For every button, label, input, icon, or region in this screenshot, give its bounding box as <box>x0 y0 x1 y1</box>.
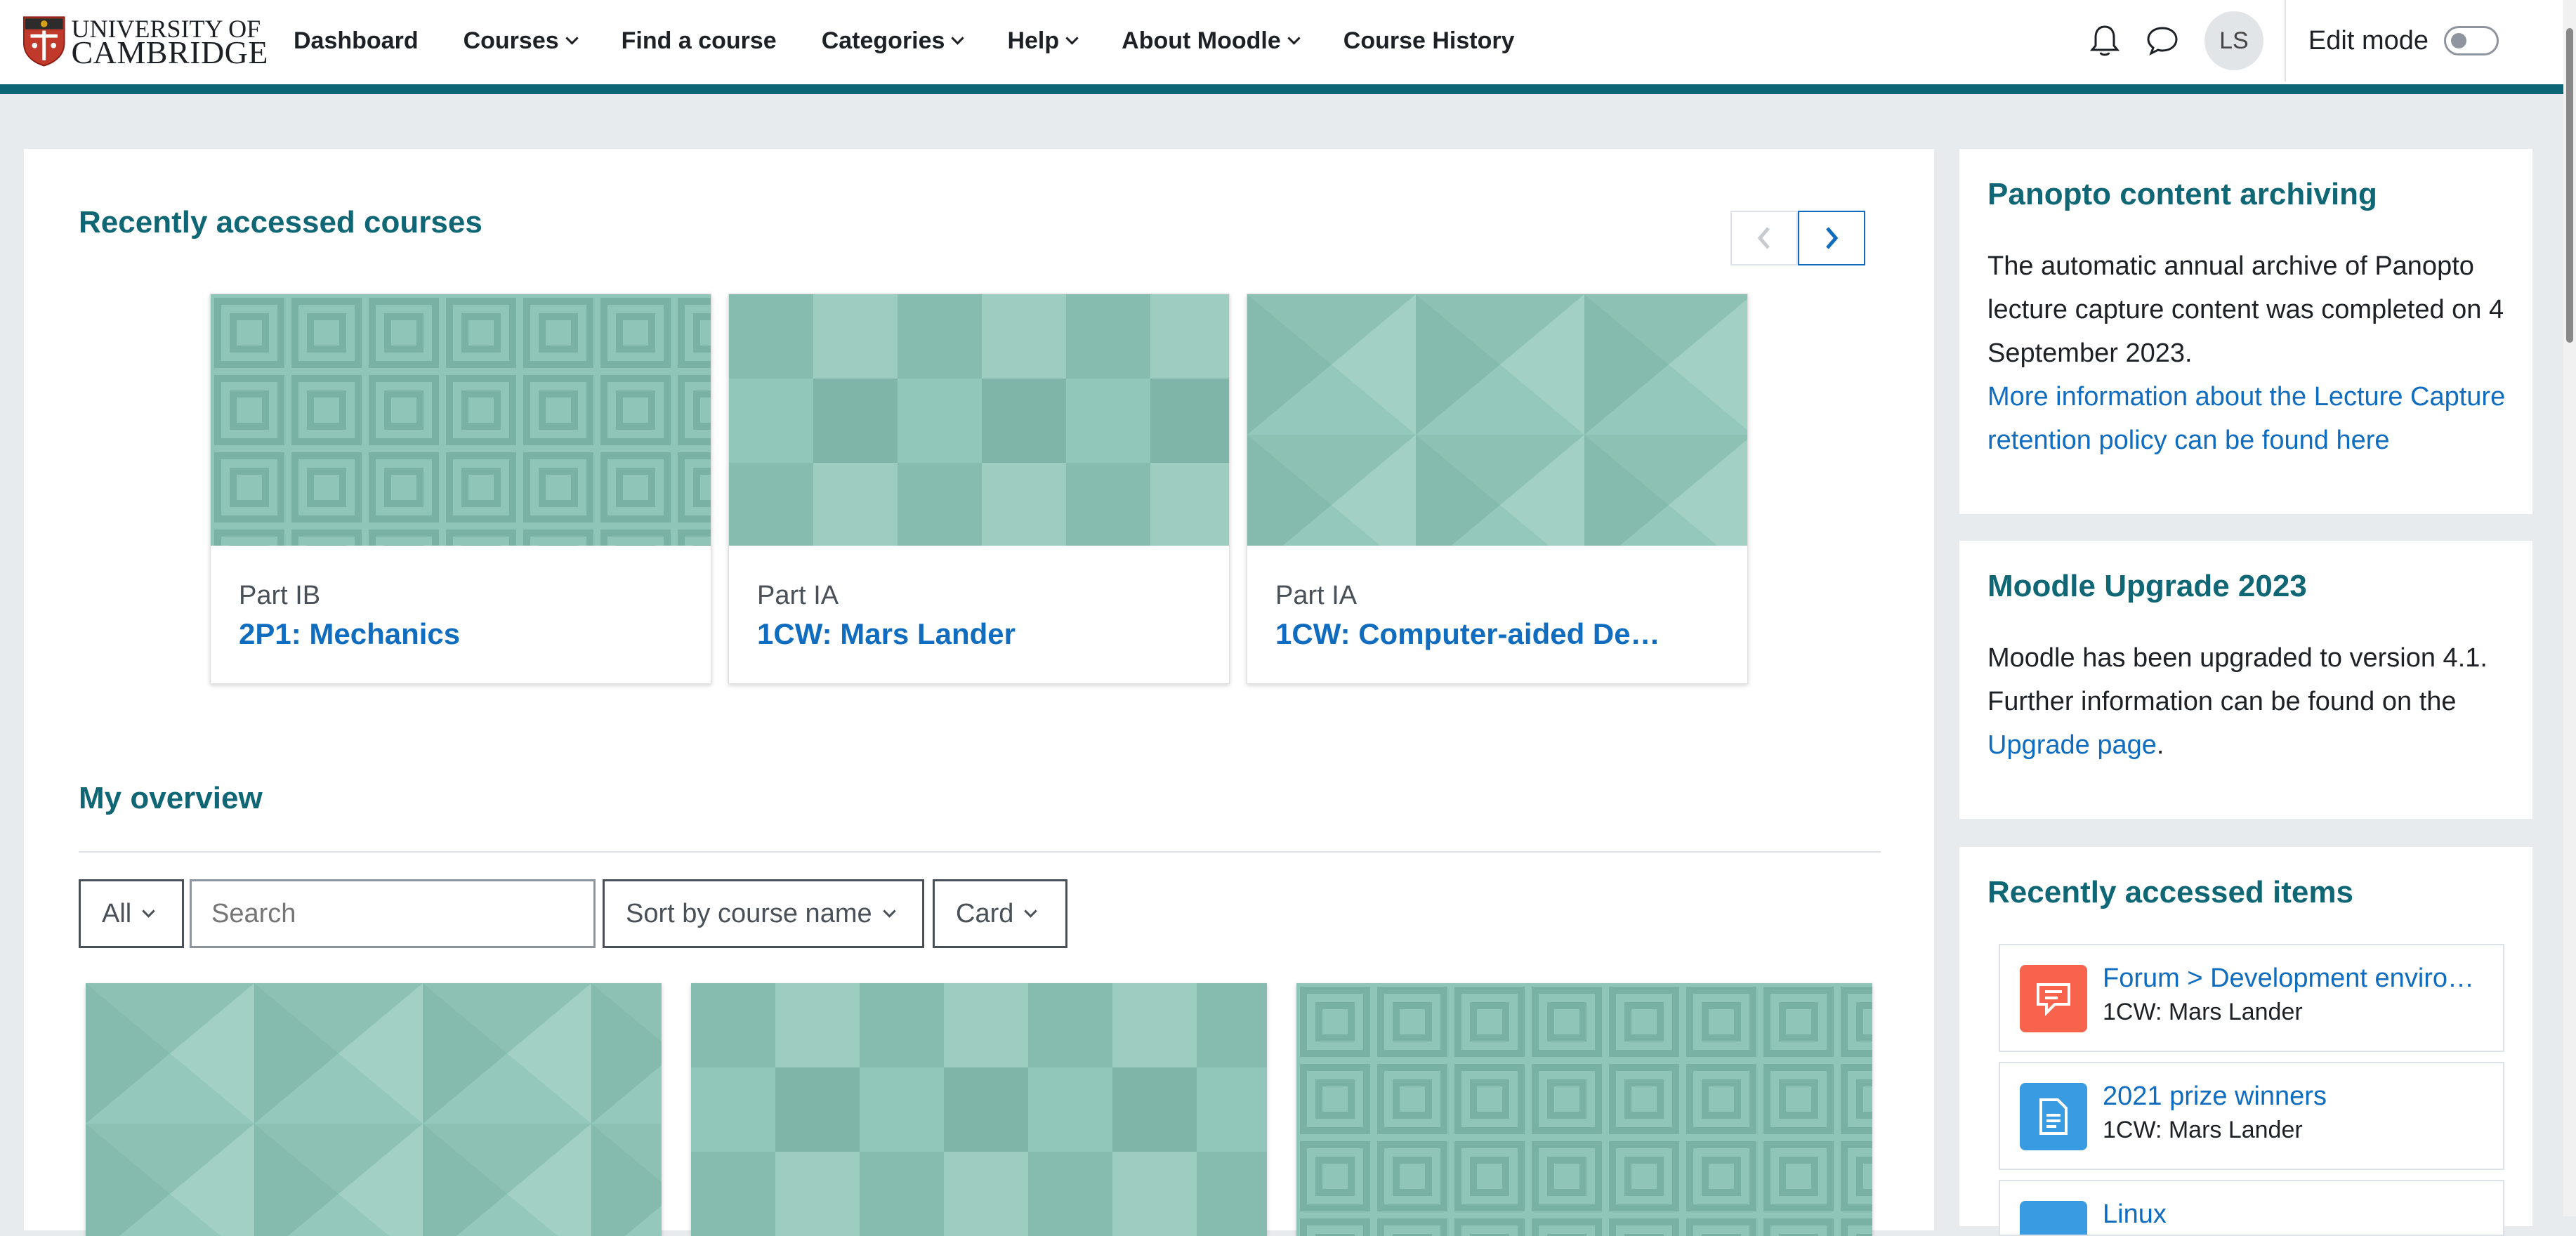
edit-mode-toggle[interactable] <box>2444 26 2499 55</box>
recent-courses-pager <box>1730 211 1865 265</box>
edit-mode-label: Edit mode <box>2308 25 2429 55</box>
nav-help[interactable]: Help <box>985 27 1099 55</box>
recent-item-course: 1CW: Mars Lander <box>2103 999 2303 1025</box>
retention-policy-link[interactable]: More information about the Lecture Captu… <box>1987 382 2505 455</box>
nav-label: Find a course <box>621 27 777 54</box>
chevron-right-icon <box>1826 227 1839 249</box>
page-scrollbar[interactable] <box>2563 0 2576 1216</box>
nav-label: About Moodle <box>1122 27 1281 54</box>
forum-icon <box>2020 965 2087 1032</box>
recent-item[interactable]: 2021 prize winners 1CW: Mars Lander <box>1999 1062 2504 1170</box>
recent-item-title[interactable]: Linux <box>2103 1199 2489 1230</box>
search-input[interactable] <box>190 879 596 948</box>
overview-course-card[interactable] <box>1296 983 1872 1236</box>
recent-items-block: Recently accessed items Forum > Developm… <box>1959 847 2532 1236</box>
cambridge-crest-icon <box>22 16 65 67</box>
nav-categories[interactable]: Categories <box>799 27 985 55</box>
course-card[interactable]: Part IB 2P1: Mechanics <box>210 294 711 684</box>
section-divider <box>79 851 1881 853</box>
course-name-link[interactable]: 1CW: Computer-aided De… <box>1275 617 1660 651</box>
previous-button[interactable] <box>1730 211 1798 265</box>
nav-about-moodle[interactable]: About Moodle <box>1099 27 1321 55</box>
course-category: Part IA <box>1275 581 1358 610</box>
course-image[interactable] <box>211 294 711 546</box>
course-card[interactable]: Part IA 1CW: Computer-aided De… <box>1247 294 1748 684</box>
course-card[interactable]: Part IA 1CW: Mars Lander <box>728 294 1230 684</box>
nav-label: Dashboard <box>294 27 419 54</box>
file-icon <box>2020 1083 2087 1150</box>
chevron-down-icon <box>951 31 965 45</box>
course-name-link[interactable]: 2P1: Mechanics <box>239 617 460 651</box>
upgrade-text: Moodle has been upgraded to version 4.1.… <box>1987 643 2488 716</box>
moodle-upgrade-block: Moodle Upgrade 2023 Moodle has been upgr… <box>1959 541 2532 819</box>
chevron-down-icon <box>882 904 896 918</box>
chevron-down-icon <box>142 904 155 918</box>
nav-find-a-course[interactable]: Find a course <box>599 27 799 55</box>
chevron-left-icon <box>1757 227 1770 249</box>
block-title: Moodle Upgrade 2023 <box>1987 569 2307 603</box>
user-avatar[interactable]: LS <box>2204 11 2263 70</box>
chevron-down-icon <box>1065 31 1079 45</box>
block-title: Panopto content archiving <box>1987 177 2377 211</box>
chevron-down-icon <box>1287 31 1301 45</box>
recent-item-title[interactable]: 2021 prize winners <box>2103 1082 2489 1112</box>
upgrade-suffix: . <box>2156 730 2164 760</box>
grouping-dropdown[interactable]: All <box>79 879 184 948</box>
recent-item[interactable]: Forum > Development enviro… 1CW: Mars La… <box>1999 944 2504 1052</box>
block-text: The automatic annual archive of Panopto … <box>1987 244 2518 462</box>
sort-dropdown[interactable]: Sort by course name <box>603 879 924 948</box>
course-category: Part IA <box>757 581 839 610</box>
panopto-block: Panopto content archiving The automatic … <box>1959 149 2532 514</box>
next-button[interactable] <box>1798 211 1865 265</box>
messages-button[interactable] <box>2141 20 2183 62</box>
university-logo[interactable]: UNIVERSITY OF CAMBRIDGE <box>22 14 268 70</box>
overview-course-card[interactable] <box>86 983 662 1236</box>
recent-item-course: 1CW: Mars Lander <box>2103 1117 2303 1143</box>
logo-line-2: CAMBRIDGE <box>71 34 268 70</box>
toolbar-divider <box>2284 0 2286 81</box>
course-name-link[interactable]: 1CW: Mars Lander <box>757 617 1016 651</box>
recent-courses-title: Recently accessed courses <box>79 205 482 239</box>
course-image[interactable] <box>729 294 1229 546</box>
primary-navigation: Dashboard Courses Find a course Categori… <box>294 0 1537 81</box>
nav-dashboard[interactable]: Dashboard <box>294 27 441 55</box>
course-image[interactable] <box>1247 294 1747 546</box>
nav-label: Courses <box>463 27 559 54</box>
my-overview-title: My overview <box>79 781 263 815</box>
upgrade-page-link[interactable]: Upgrade page <box>1987 730 2157 760</box>
recent-item-title[interactable]: Forum > Development enviro… <box>2103 964 2489 994</box>
view-dropdown[interactable]: Card <box>933 879 1067 948</box>
notifications-button[interactable] <box>2084 20 2126 62</box>
recent-item[interactable]: Linux <box>1999 1180 2504 1236</box>
toggle-knob <box>2451 33 2466 48</box>
course-category: Part IB <box>239 581 321 610</box>
block-title: Recently accessed items <box>1987 875 2353 909</box>
nav-label: Categories <box>821 27 945 54</box>
nav-courses[interactable]: Courses <box>441 27 599 55</box>
chevron-down-icon <box>565 31 579 45</box>
main-content: Recently accessed courses Part IB 2P1: M… <box>24 149 1934 1236</box>
view-value: Card <box>956 898 1014 928</box>
chat-bubble-icon <box>2147 27 2178 56</box>
nav-label: Help <box>1007 27 1060 54</box>
nav-label: Course History <box>1343 27 1515 54</box>
grouping-value: All <box>102 898 132 928</box>
top-navbar: UNIVERSITY OF CAMBRIDGE Dashboard Course… <box>0 0 2563 94</box>
scrollbar-thumb[interactable] <box>2566 28 2573 343</box>
file-icon <box>2020 1201 2087 1235</box>
sort-value: Sort by course name <box>626 898 872 928</box>
overview-course-card[interactable] <box>691 983 1267 1236</box>
block-text: Moodle has been upgraded to version 4.1.… <box>1987 636 2518 767</box>
chevron-down-icon <box>1024 904 1038 918</box>
bell-icon <box>2089 25 2120 56</box>
user-tools: LS Edit mode <box>2084 0 2563 81</box>
panopto-text: The automatic annual archive of Panopto … <box>1987 251 2504 368</box>
nav-course-history[interactable]: Course History <box>1321 27 1537 55</box>
